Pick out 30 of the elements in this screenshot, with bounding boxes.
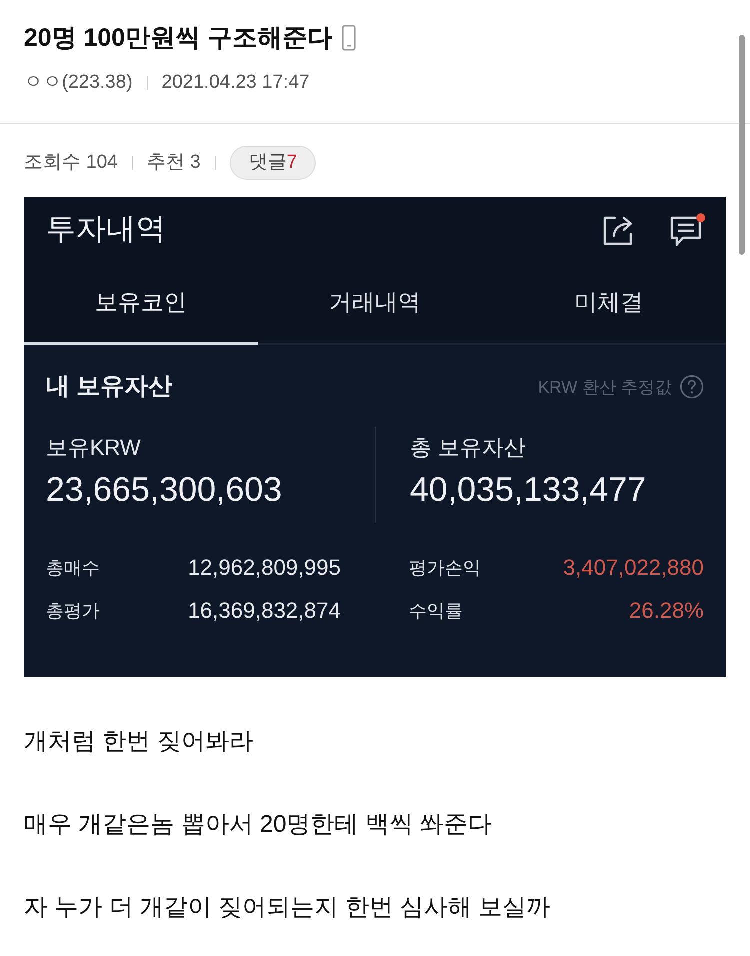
- detail-label: 수익률: [409, 600, 463, 623]
- tab[interactable]: 거래내역: [258, 263, 492, 345]
- view-count: 조회수 104: [24, 151, 118, 175]
- detail-label: 총평가: [46, 600, 100, 623]
- detail-value: 26.28%: [629, 597, 704, 625]
- post-date: 2021.04.23 17:47: [162, 71, 310, 95]
- scrollbar-thumb[interactable]: [739, 35, 745, 255]
- help-icon[interactable]: [680, 375, 704, 399]
- chat-icon[interactable]: [670, 213, 706, 247]
- body-paragraph: 매우 개같은놈 뽑아서 20명한테 백씩 쏴준다: [24, 810, 492, 840]
- mobile-phone-icon: [342, 25, 356, 51]
- post-title: 20명 100만원씩 구조해준다: [24, 23, 332, 54]
- tab[interactable]: 미체결: [492, 263, 726, 345]
- detail-value: 3,407,022,880: [563, 554, 704, 582]
- comments-button[interactable]: 댓글7: [230, 146, 316, 180]
- body-paragraph: 자 누가 더 개같이 짖어되는지 한번 심사해 보실까: [24, 893, 551, 923]
- detail-label: 평가손익: [409, 557, 481, 580]
- recommend-count: 추천 3: [146, 151, 201, 175]
- estimate-note: KRW 환산 추정값: [538, 376, 672, 398]
- asset-label: 보유KRW: [46, 434, 141, 462]
- detail-value: 12,962,809,995: [188, 554, 341, 582]
- asset-value: 40,035,133,477: [410, 470, 646, 511]
- detail-label: 총매수: [46, 557, 100, 580]
- asset-label: 총 보유자산: [410, 434, 526, 462]
- asset-value: 23,665,300,603: [46, 470, 282, 511]
- screen-title: 투자내역: [46, 212, 166, 248]
- section-title: 내 보유자산: [46, 372, 173, 402]
- detail-value: 16,369,832,874: [188, 597, 341, 625]
- author-name[interactable]: ㅇㅇ(223.38): [24, 70, 133, 96]
- body-paragraph: 개처럼 한번 짖어봐라: [24, 727, 254, 757]
